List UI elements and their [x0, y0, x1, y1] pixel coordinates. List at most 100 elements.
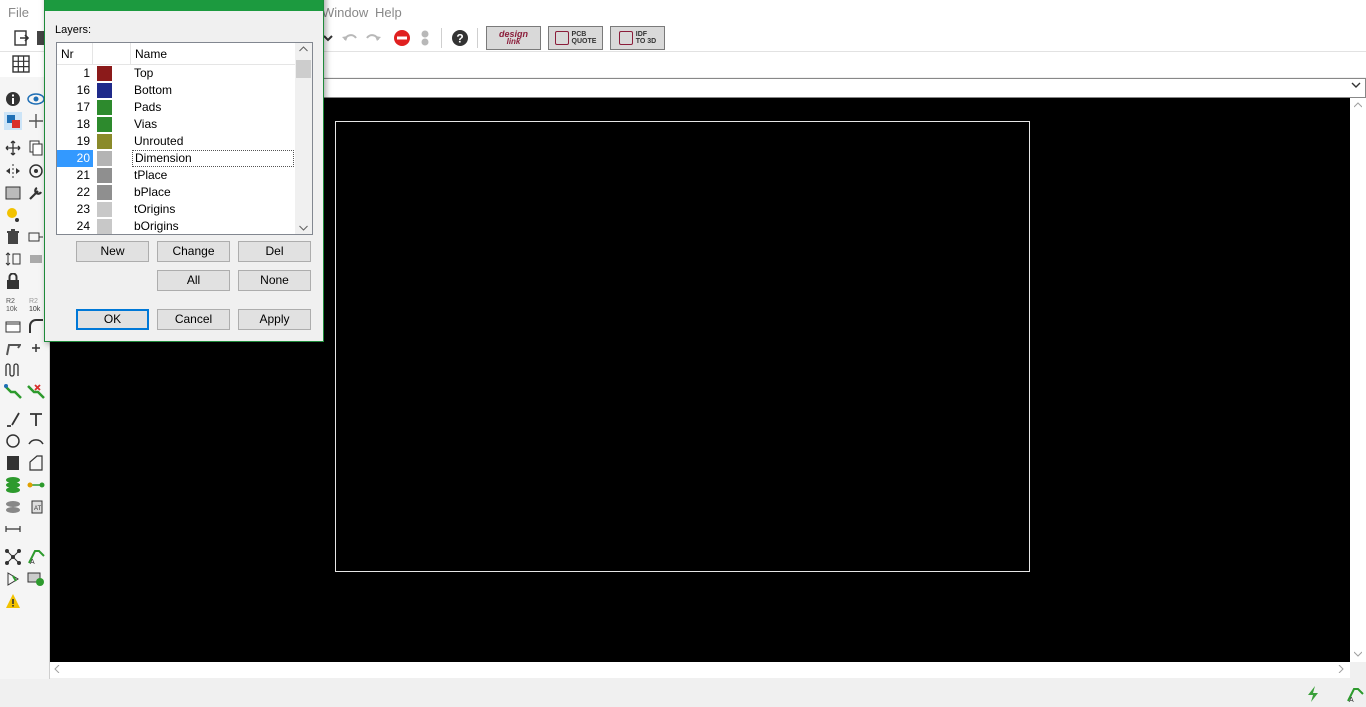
layer-row[interactable]: 19 Unrouted	[57, 133, 295, 150]
delete-icon[interactable]	[4, 228, 22, 246]
move-icon[interactable]	[4, 139, 22, 157]
idf-to-3d-button[interactable]: IDF TO 3D	[610, 26, 665, 50]
del-button[interactable]: Del	[238, 241, 311, 262]
route-icon[interactable]	[4, 382, 22, 400]
layers-table[interactable]: Nr Name 1 Top 16 Bottom 17 Pads 18 Vias 19 Unrout…	[56, 42, 313, 235]
mark-icon[interactable]	[27, 112, 45, 130]
attribute-icon[interactable]: AT	[27, 498, 45, 516]
polygon-icon[interactable]	[27, 454, 45, 472]
ripup-icon[interactable]	[27, 382, 45, 400]
erc-icon[interactable]	[4, 570, 22, 588]
scroll-thumb[interactable]	[296, 60, 311, 78]
arc-icon[interactable]	[27, 432, 45, 450]
layer-row[interactable]: 16 Bottom	[57, 82, 295, 99]
cancel-button[interactable]: Cancel	[157, 309, 230, 330]
display-icon[interactable]	[4, 112, 22, 130]
canvas-vertical-scrollbar[interactable]	[1350, 98, 1366, 662]
lightning-icon[interactable]	[1304, 685, 1322, 703]
warning-icon[interactable]	[4, 592, 22, 610]
layer-color-swatch	[97, 117, 112, 132]
none-button[interactable]: None	[238, 270, 311, 291]
autorouter-icon[interactable]: A	[27, 548, 45, 566]
change-button[interactable]: Change	[157, 241, 230, 262]
header-name[interactable]: Name	[131, 43, 295, 65]
header-color[interactable]	[93, 43, 131, 65]
rotate-icon[interactable]	[27, 162, 45, 180]
all-button[interactable]: All	[157, 270, 230, 291]
command-palette: R2 10k R2 10k AT A	[0, 77, 50, 679]
scroll-right-icon[interactable]	[1338, 664, 1344, 676]
canvas-horizontal-scrollbar[interactable]	[50, 662, 1350, 678]
layer-row[interactable]: 24 bOrigins	[57, 218, 295, 234]
mirror-icon[interactable]	[4, 162, 22, 180]
scroll-up-icon[interactable]	[1353, 100, 1363, 111]
undo-icon[interactable]	[340, 28, 360, 48]
add-icon[interactable]	[27, 228, 45, 246]
value-icon[interactable]: R2 10k	[27, 295, 45, 313]
drc-icon[interactable]	[27, 570, 45, 588]
layer-color-swatch	[97, 202, 112, 217]
layer-name: bOrigins	[134, 219, 179, 233]
scroll-down-icon[interactable]	[299, 223, 308, 233]
show-icon[interactable]	[27, 90, 45, 108]
optimize-icon[interactable]	[27, 339, 45, 357]
dialog-title-bar[interactable]	[45, 0, 323, 11]
split-icon[interactable]	[4, 339, 22, 357]
lock-icon[interactable]	[4, 272, 22, 290]
name-icon[interactable]	[4, 317, 22, 335]
text-icon[interactable]	[27, 410, 45, 428]
circle-icon[interactable]	[4, 432, 22, 450]
rect-icon[interactable]	[4, 454, 22, 472]
scroll-up-icon[interactable]	[299, 44, 308, 54]
replace-icon[interactable]	[4, 250, 22, 268]
dimension-icon[interactable]	[4, 520, 22, 538]
layer-number: 20	[57, 150, 93, 167]
layer-row[interactable]: 17 Pads	[57, 99, 295, 116]
scroll-left-icon[interactable]	[54, 664, 60, 676]
pcb-quote-logo-text: PCB QUOTE	[571, 31, 597, 45]
layer-row[interactable]: 21 tPlace	[57, 167, 295, 184]
copy-icon[interactable]	[27, 139, 45, 157]
layer-row[interactable]: 18 Vias	[57, 116, 295, 133]
hole-icon[interactable]	[4, 498, 22, 516]
layer-color-swatch	[97, 168, 112, 183]
chevron-down-icon[interactable]	[1351, 80, 1361, 93]
meander-icon[interactable]	[4, 360, 22, 378]
paste-icon[interactable]	[4, 206, 22, 224]
menu-window[interactable]: Window	[322, 5, 368, 20]
pinswap-icon[interactable]	[27, 250, 45, 268]
change-icon[interactable]	[27, 184, 45, 202]
menu-file[interactable]: File	[8, 5, 29, 20]
header-nr[interactable]: Nr	[57, 43, 93, 65]
smash-icon[interactable]: R2 10k	[4, 295, 22, 313]
ratsnest-icon[interactable]	[4, 548, 22, 566]
group-icon[interactable]	[4, 184, 22, 202]
layer-row[interactable]: 22 bPlace	[57, 184, 295, 201]
apply-button[interactable]: Apply	[238, 309, 311, 330]
layer-number: 16	[76, 83, 90, 97]
miter-icon[interactable]	[27, 317, 45, 335]
go-icon[interactable]	[415, 28, 435, 48]
new-button[interactable]: New	[76, 241, 149, 262]
help-icon[interactable]: ?	[450, 28, 470, 48]
layer-row[interactable]: 20 Dimension	[57, 150, 295, 167]
layer-row[interactable]: 1 Top	[57, 65, 295, 82]
layer-row[interactable]: 23 tOrigins	[57, 201, 295, 218]
autorouter-status-icon[interactable]: A	[1346, 685, 1364, 703]
redo-icon[interactable]	[363, 28, 383, 48]
open-icon[interactable]	[12, 28, 32, 48]
layers-label: Layers:	[55, 24, 92, 36]
scroll-down-icon[interactable]	[1353, 649, 1363, 660]
info-icon[interactable]	[4, 90, 22, 108]
pcb-quote-button[interactable]: PCB QUOTE	[548, 26, 603, 50]
stop-icon[interactable]	[392, 28, 412, 48]
signal-icon[interactable]	[27, 476, 45, 494]
layers-table-scrollbar[interactable]	[295, 43, 312, 234]
menu-help[interactable]: Help	[375, 5, 402, 20]
ok-button[interactable]: OK	[76, 309, 149, 330]
grid-icon[interactable]	[11, 54, 31, 74]
command-line-input[interactable]	[320, 78, 1366, 98]
via-icon[interactable]	[4, 476, 22, 494]
wire-icon[interactable]	[4, 410, 22, 428]
design-link-button[interactable]: design link	[486, 26, 541, 50]
